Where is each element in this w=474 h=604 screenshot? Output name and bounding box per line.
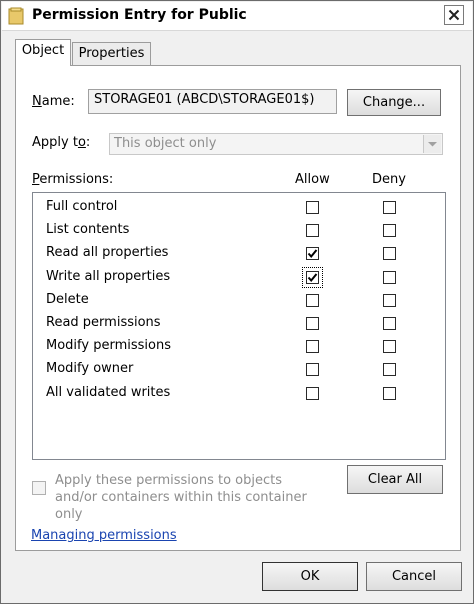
allow-checkbox[interactable] xyxy=(306,340,319,354)
tab-properties[interactable]: Properties xyxy=(72,42,151,66)
permission-name: Modify owner xyxy=(46,361,134,377)
allow-header: Allow xyxy=(295,172,330,187)
permission-name: Full control xyxy=(46,199,118,214)
tab-object[interactable]: Object xyxy=(15,39,71,66)
checkmark-icon xyxy=(307,272,318,282)
allow-checkbox[interactable] xyxy=(306,317,319,330)
permission-row: Delete xyxy=(46,290,426,312)
permission-name: Read permissions xyxy=(46,315,161,330)
apply-inherit-label: Apply these permissions to objects and/o… xyxy=(55,473,307,522)
apply-to-select[interactable]: This object only xyxy=(109,133,443,155)
window-title: Permission Entry for Public xyxy=(32,7,247,23)
close-icon xyxy=(448,9,460,21)
chevron-down-icon xyxy=(423,135,441,153)
name-label: Name: xyxy=(32,94,75,109)
deny-checkbox[interactable] xyxy=(383,270,396,284)
permission-name: All validated writes xyxy=(46,384,171,400)
checkmark-icon xyxy=(307,249,318,259)
allow-checkbox[interactable] xyxy=(306,224,319,238)
permission-row: Read all properties xyxy=(46,243,426,265)
deny-checkbox[interactable] xyxy=(383,201,396,214)
deny-checkbox[interactable] xyxy=(383,293,396,307)
allow-checkbox[interactable] xyxy=(306,201,319,214)
deny-checkbox[interactable] xyxy=(383,224,396,238)
clear-all-button[interactable]: Clear All xyxy=(347,465,443,494)
permission-name: Write all properties xyxy=(46,268,171,284)
cancel-button[interactable]: Cancel xyxy=(366,562,462,591)
allow-checkbox[interactable] xyxy=(306,270,319,284)
allow-checkbox[interactable] xyxy=(306,386,319,400)
apply-to-label: Apply to: xyxy=(32,135,91,150)
permissions-label: Permissions: xyxy=(32,172,114,187)
permission-row: Full control xyxy=(46,197,426,219)
apply-to-value: This object only xyxy=(114,136,217,151)
managing-permissions-link[interactable]: Managing permissions xyxy=(31,528,177,543)
permission-name: List contents xyxy=(46,222,130,238)
permission-row: All validated writes xyxy=(46,383,426,405)
change-button[interactable]: Change... xyxy=(347,89,441,116)
close-button[interactable] xyxy=(444,5,464,25)
permission-entry-dialog: Permission Entry for Public Object Prope… xyxy=(0,0,474,604)
deny-checkbox[interactable] xyxy=(383,247,396,261)
folder-icon xyxy=(8,7,24,25)
deny-checkbox[interactable] xyxy=(383,363,396,377)
allow-checkbox[interactable] xyxy=(306,247,319,261)
permission-row: Write all properties xyxy=(46,266,426,289)
title-bar: Permission Entry for Public xyxy=(2,2,472,31)
deny-checkbox[interactable] xyxy=(383,317,396,330)
permission-row: Read permissions xyxy=(46,313,426,335)
permission-name: Read all properties xyxy=(46,245,169,261)
deny-checkbox[interactable] xyxy=(383,340,396,354)
allow-checkbox[interactable] xyxy=(306,293,319,307)
permission-row: Modify permissions xyxy=(46,336,426,358)
permission-name: Delete xyxy=(46,291,89,307)
allow-checkbox[interactable] xyxy=(306,363,319,377)
name-field: STORAGE01 (ABCD\STORAGE01$) xyxy=(88,89,337,114)
deny-checkbox[interactable] xyxy=(383,386,396,400)
ok-button[interactable]: OK xyxy=(262,562,358,591)
permission-row: List contents xyxy=(46,220,426,242)
apply-inherit-checkbox[interactable] xyxy=(32,481,46,495)
permission-row: Modify owner xyxy=(46,359,426,381)
permission-name: Modify permissions xyxy=(46,338,171,354)
deny-header: Deny xyxy=(372,172,406,187)
